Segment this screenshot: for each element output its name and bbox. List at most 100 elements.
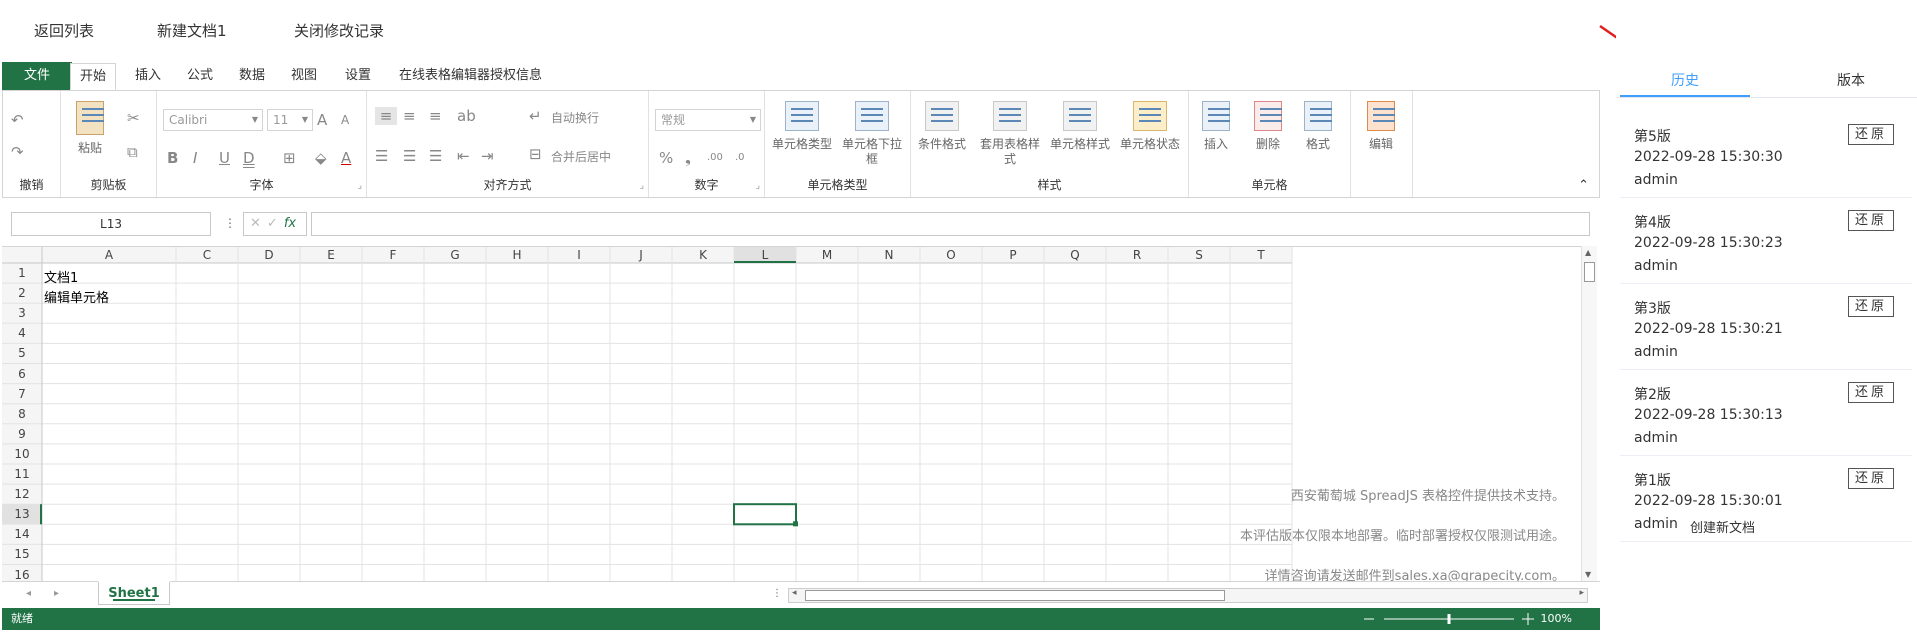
celltype-dropdown-button[interactable]: 单元格下拉框 — [841, 101, 903, 167]
editing-button[interactable]: 编辑 — [1353, 101, 1409, 152]
row-header[interactable]: 10 — [2, 447, 42, 461]
insert-function-icon[interactable]: fx — [284, 216, 296, 231]
copy-icon[interactable]: ⧉ — [127, 143, 138, 161]
row-header[interactable]: 11 — [2, 467, 42, 481]
wrap-text-button[interactable]: 自动换行 — [551, 109, 599, 126]
row-header[interactable]: 3 — [2, 306, 42, 320]
tab-insert[interactable]: 插入 — [126, 63, 170, 90]
sheet-tab-sheet1[interactable]: Sheet1 — [98, 581, 170, 605]
font-size-select[interactable]: 11 ▼ — [267, 109, 313, 131]
tab-license-info[interactable]: 在线表格编辑器授权信息 — [390, 63, 551, 90]
cell-state-button[interactable]: 单元格状态 — [1119, 101, 1181, 152]
celltype-button[interactable]: 单元格类型 — [771, 101, 833, 152]
conditional-format-button[interactable]: 条件格式 — [911, 101, 973, 152]
alignment-launcher-icon[interactable]: ⌟ — [640, 181, 644, 191]
paste-button[interactable]: 粘贴 — [65, 101, 115, 156]
tab-settings[interactable]: 设置 — [336, 63, 380, 90]
increase-decimal-icon[interactable]: .00 — [707, 149, 723, 167]
restore-button[interactable]: 还原 — [1848, 210, 1894, 231]
scroll-down-icon[interactable]: ▼ — [1585, 570, 1591, 579]
align-middle-icon[interactable]: ≡ — [403, 107, 416, 125]
scroll-left-icon[interactable]: ◂ — [792, 588, 797, 598]
tab-history[interactable]: 历史 — [1620, 70, 1750, 90]
row-header[interactable]: 9 — [2, 427, 42, 441]
column-header[interactable]: Q — [1044, 248, 1106, 262]
merge-center-icon[interactable]: ⊟ — [529, 145, 542, 163]
restore-button[interactable]: 还原 — [1848, 296, 1894, 317]
font-launcher-icon[interactable]: ⌟ — [358, 181, 362, 191]
align-top-icon[interactable]: ≡ — [375, 107, 397, 125]
italic-icon[interactable]: I — [193, 149, 197, 167]
align-bottom-icon[interactable]: ≡ — [429, 107, 442, 125]
cell-a2[interactable]: 编辑单元格 — [44, 287, 109, 306]
row-header[interactable]: 16 — [2, 568, 42, 582]
align-center-icon[interactable]: ☰ — [403, 147, 416, 165]
row-header[interactable]: 13 — [2, 507, 42, 521]
prev-sheet-icon[interactable]: ◂ — [26, 588, 31, 599]
redo-icon[interactable]: ↷ — [11, 143, 24, 161]
column-header[interactable]: H — [486, 248, 548, 262]
column-header[interactable]: E — [300, 248, 362, 262]
restore-button[interactable]: 还原 — [1848, 468, 1894, 489]
zoom-slider[interactable] — [1360, 608, 1540, 630]
decrease-indent-icon[interactable]: ⇤ — [457, 147, 470, 165]
close-change-log-link[interactable]: 关闭修改记录 — [294, 20, 384, 41]
column-header[interactable]: C — [176, 248, 238, 262]
font-name-select[interactable]: Calibri ▼ — [163, 109, 263, 131]
column-header[interactable]: M — [796, 248, 858, 262]
column-header[interactable]: F — [362, 248, 424, 262]
tab-formulas[interactable]: 公式 — [178, 63, 222, 90]
new-document-link[interactable]: 新建文档1 — [157, 20, 227, 41]
increase-indent-icon[interactable]: ⇥ — [481, 147, 494, 165]
formula-input[interactable] — [311, 212, 1590, 236]
horizontal-scroll-thumb[interactable] — [805, 590, 1225, 601]
column-header[interactable]: I — [548, 248, 610, 262]
tab-home[interactable]: 开始 — [70, 63, 117, 90]
row-header[interactable]: 7 — [2, 387, 42, 401]
row-header[interactable]: 12 — [2, 487, 42, 501]
cancel-icon[interactable]: ✕ — [250, 216, 267, 231]
cell-style-button[interactable]: 单元格样式 — [1049, 101, 1111, 152]
undo-icon[interactable]: ↶ — [11, 111, 24, 129]
column-header[interactable]: R — [1106, 248, 1168, 262]
tab-data[interactable]: 数据 — [230, 63, 274, 90]
horizontal-scrollbar[interactable]: ◂ ▸ — [788, 588, 1588, 603]
tab-versions[interactable]: 版本 — [1786, 70, 1916, 90]
delete-cells-button[interactable]: 删除 — [1243, 101, 1293, 152]
table-style-button[interactable]: 套用表格样式 — [979, 101, 1041, 167]
row-header[interactable]: 14 — [2, 527, 42, 541]
orientation-icon[interactable]: ab — [457, 107, 476, 125]
restore-button[interactable]: 还原 — [1848, 124, 1894, 145]
collapse-ribbon-icon[interactable]: ⌃ — [1578, 178, 1589, 193]
align-left-icon[interactable]: ☰ — [375, 147, 388, 165]
wrap-text-icon[interactable]: ↵ — [529, 107, 542, 125]
border-icon[interactable]: ⊞ — [283, 149, 296, 167]
cut-icon[interactable]: ✂ — [127, 109, 140, 127]
row-header[interactable]: 6 — [2, 367, 42, 381]
font-decrease-icon[interactable]: A — [341, 111, 349, 129]
number-launcher-icon[interactable]: ⌟ — [756, 181, 760, 191]
vertical-scrollbar[interactable]: ▲ ▼ — [1581, 246, 1597, 581]
column-header[interactable]: G — [424, 248, 486, 262]
percent-icon[interactable]: % — [659, 149, 673, 167]
font-color-icon[interactable]: A — [341, 149, 351, 167]
merge-center-button[interactable]: 合并后居中 — [551, 148, 611, 165]
column-header[interactable]: T — [1230, 248, 1292, 262]
restore-button[interactable]: 还原 — [1848, 382, 1894, 403]
column-header[interactable]: S — [1168, 248, 1230, 262]
row-header[interactable]: 15 — [2, 547, 42, 561]
font-increase-icon[interactable]: A — [317, 111, 327, 129]
column-header[interactable]: L — [734, 248, 796, 262]
format-cells-button[interactable]: 格式 — [1293, 101, 1343, 152]
tab-view[interactable]: 视图 — [282, 63, 326, 90]
name-box[interactable]: L13 — [11, 212, 211, 236]
column-header[interactable]: D — [238, 248, 300, 262]
scroll-right-icon[interactable]: ▸ — [1579, 588, 1584, 598]
underline-icon[interactable]: U — [219, 149, 230, 167]
bold-icon[interactable]: B — [167, 149, 178, 167]
align-right-icon[interactable]: ☰ — [429, 147, 442, 165]
back-to-list-link[interactable]: 返回列表 — [34, 20, 94, 41]
comma-icon[interactable]: ❟ — [685, 149, 691, 167]
row-header[interactable]: 5 — [2, 346, 42, 360]
column-header[interactable]: J — [610, 248, 672, 262]
